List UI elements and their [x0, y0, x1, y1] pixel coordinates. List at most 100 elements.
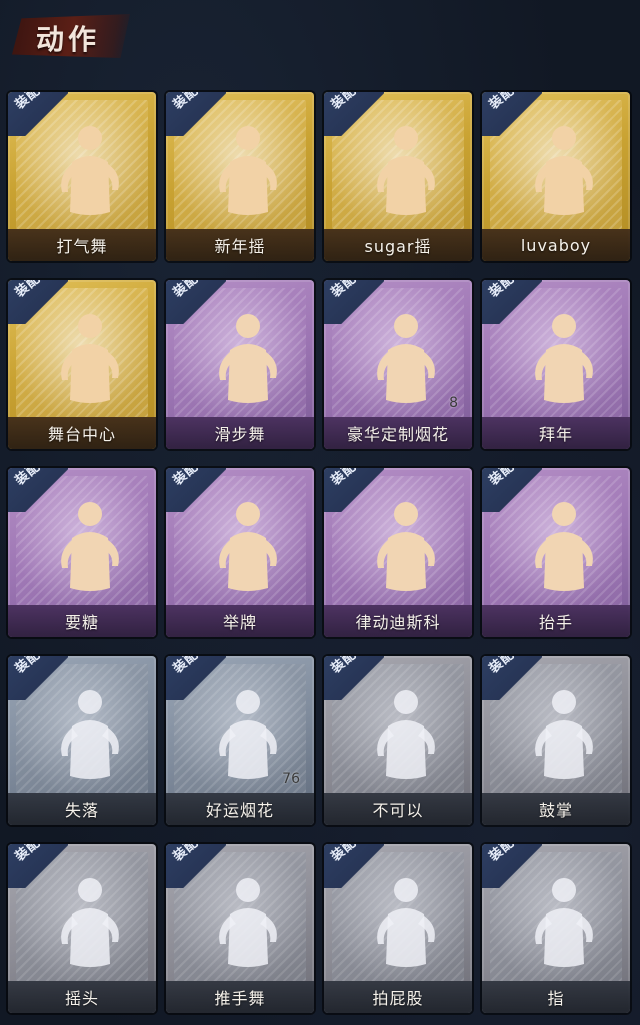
emote-card[interactable]: 装配 滑步舞 — [166, 280, 314, 449]
emote-name: 打气舞 — [56, 237, 108, 256]
clap-hands-icon — [535, 690, 593, 779]
card-label-bar: 打气舞 — [8, 229, 156, 261]
equip-tag[interactable]: 装配 — [8, 656, 68, 700]
equip-tag[interactable]: 装配 — [166, 844, 226, 888]
emote-name: luvaboy — [520, 235, 592, 255]
card-label-bar: 鼓掌 — [482, 793, 630, 825]
equip-label: 装配 — [170, 844, 202, 865]
equip-tag[interactable]: 装配 — [324, 92, 384, 136]
emote-card[interactable]: 装配 摇头 — [8, 844, 156, 1013]
emote-name: 不可以 — [372, 801, 424, 820]
dance-figure-icon — [61, 314, 119, 403]
card-label-bar: 摇头 — [8, 981, 156, 1013]
emote-card[interactable]: 装配 新年摇 — [166, 92, 314, 261]
emote-card[interactable]: 装配 不可以 — [324, 656, 472, 825]
point-hand-icon — [535, 878, 593, 967]
bow-figure-icon — [535, 314, 593, 403]
emote-card[interactable]: 装配 指 — [482, 844, 630, 1013]
equip-label: 装配 — [170, 656, 202, 677]
emote-name: 鼓掌 — [538, 801, 573, 820]
equip-tag[interactable]: 装配 — [8, 92, 68, 136]
equip-label: 装配 — [170, 280, 202, 301]
equip-label: 装配 — [170, 92, 202, 113]
beg-figure-icon — [61, 502, 119, 591]
emote-card[interactable]: 装配 举牌 — [166, 468, 314, 637]
equip-label: 装配 — [328, 280, 360, 301]
fireworks-box-icon — [377, 314, 435, 403]
equip-tag[interactable]: 装配 — [166, 280, 226, 324]
emote-grid: 装配 打气舞 装配 新年摇 装配 sugar摇 装配 luvaboy 装配 舞台… — [8, 92, 632, 1013]
walk-figure-icon — [377, 878, 435, 967]
emote-name: 豪华定制烟花 — [346, 425, 449, 444]
emote-card[interactable]: 装配 sugar摇 — [324, 92, 472, 261]
emote-card[interactable]: 装配 失落 — [8, 656, 156, 825]
dance-figure-icon — [61, 126, 119, 215]
equip-tag[interactable]: 装配 — [8, 280, 68, 324]
emote-name: 好运烟花 — [205, 801, 274, 820]
emote-name: 滑步舞 — [214, 425, 266, 444]
emote-card[interactable]: 装配 推手舞 — [166, 844, 314, 1013]
card-label-bar: 舞台中心 — [8, 417, 156, 449]
card-label-bar: 新年摇 — [166, 229, 314, 261]
emote-name: 推手舞 — [214, 989, 266, 1008]
emote-name: 拜年 — [538, 425, 573, 444]
emote-name: sugar摇 — [364, 237, 432, 256]
equip-tag[interactable]: 装配 — [482, 844, 542, 888]
card-label-bar: 要糖 — [8, 605, 156, 637]
equip-label: 装配 — [486, 468, 518, 489]
equip-tag[interactable]: 装配 — [8, 468, 68, 512]
equip-tag[interactable]: 装配 — [166, 468, 226, 512]
card-label-bar: 好运烟花 — [166, 793, 314, 825]
emote-name: 新年摇 — [214, 237, 266, 256]
equip-tag[interactable]: 装配 — [482, 468, 542, 512]
card-label-bar: sugar摇 — [324, 229, 472, 261]
card-label-bar: 抬手 — [482, 605, 630, 637]
emote-name: 摇头 — [64, 989, 99, 1008]
equip-label: 装配 — [328, 92, 360, 113]
emote-card[interactable]: 装配 抬手 — [482, 468, 630, 637]
equip-label: 装配 — [12, 468, 44, 489]
equip-label: 装配 — [328, 656, 360, 677]
card-label-bar: 拜年 — [482, 417, 630, 449]
emote-card[interactable]: 装配 76 好运烟花 — [166, 656, 314, 825]
equip-tag[interactable]: 装配 — [166, 656, 226, 700]
emote-card[interactable]: 装配 8 豪华定制烟花 — [324, 280, 472, 449]
equip-tag[interactable]: 装配 — [324, 468, 384, 512]
equip-tag[interactable]: 装配 — [324, 656, 384, 700]
emote-card[interactable]: 装配 拜年 — [482, 280, 630, 449]
crawl-figure-icon — [61, 690, 119, 779]
card-label-bar: luvaboy — [482, 229, 630, 261]
card-label-bar: 滑步舞 — [166, 417, 314, 449]
equip-label: 装配 — [12, 92, 44, 113]
equip-tag[interactable]: 装配 — [8, 844, 68, 888]
emote-name: 拍屁股 — [372, 989, 424, 1008]
emote-card[interactable]: 装配 鼓掌 — [482, 656, 630, 825]
equip-tag[interactable]: 装配 — [166, 92, 226, 136]
item-count: 8 — [449, 395, 458, 411]
item-count: 76 — [282, 771, 300, 787]
dance-figure-icon — [219, 314, 277, 403]
header: 动作 — [0, 0, 640, 80]
page-title: 动作 — [36, 23, 101, 56]
emote-card[interactable]: 装配 拍屁股 — [324, 844, 472, 1013]
card-label-bar: 律动迪斯科 — [324, 605, 472, 637]
equip-tag[interactable]: 装配 — [482, 92, 542, 136]
emote-card[interactable]: 装配 舞台中心 — [8, 280, 156, 449]
card-label-bar: 不可以 — [324, 793, 472, 825]
emote-card[interactable]: 装配 要糖 — [8, 468, 156, 637]
emote-card[interactable]: 装配 打气舞 — [8, 92, 156, 261]
equip-tag[interactable]: 装配 — [324, 280, 384, 324]
dance-figure-icon — [377, 126, 435, 215]
equip-label: 装配 — [12, 656, 44, 677]
finger-wag-icon — [377, 690, 435, 779]
equip-tag[interactable]: 装配 — [324, 844, 384, 888]
card-label-bar: 推手舞 — [166, 981, 314, 1013]
equip-label: 装配 — [486, 280, 518, 301]
equip-label: 装配 — [486, 92, 518, 113]
emote-name: 指 — [547, 989, 565, 1008]
sign-figure-icon — [219, 502, 277, 591]
emote-card[interactable]: 装配 luvaboy — [482, 92, 630, 261]
emote-card[interactable]: 装配 律动迪斯科 — [324, 468, 472, 637]
equip-tag[interactable]: 装配 — [482, 280, 542, 324]
equip-tag[interactable]: 装配 — [482, 656, 542, 700]
